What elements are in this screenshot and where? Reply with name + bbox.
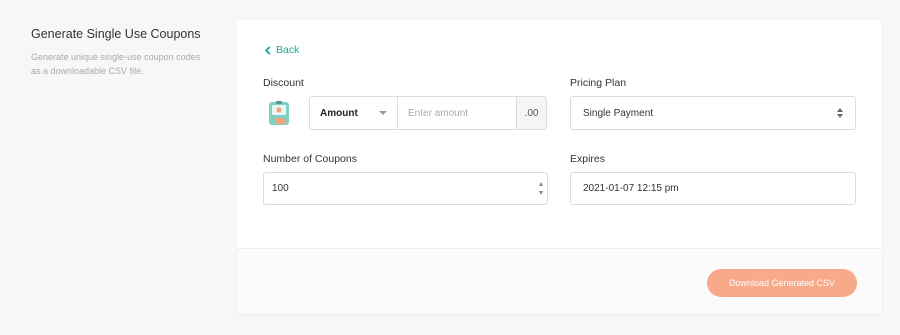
coupon-icon (269, 101, 289, 125)
stepper-down-icon[interactable] (538, 191, 543, 195)
back-label: Back (276, 44, 300, 56)
section-description: Generate unique single-use coupon codes … (31, 52, 201, 76)
pricing-plan-select[interactable]: Single Payment (570, 96, 856, 130)
stepper-up-icon[interactable] (538, 182, 543, 186)
discount-type-select[interactable]: Amount (310, 97, 398, 129)
discount-type-value: Amount (320, 107, 358, 119)
discount-label: Discount (263, 77, 304, 89)
discount-amount-input[interactable]: Enter amount (398, 97, 516, 129)
expires-input[interactable]: 2021-01-07 12:15 pm (570, 172, 856, 205)
num-coupons-value: 100 (272, 183, 289, 194)
section-intro: Generate Single Use Coupons Generate uni… (31, 27, 211, 78)
number-stepper[interactable] (534, 173, 547, 204)
chevron-left-icon (264, 45, 271, 55)
discount-amount-placeholder: Enter amount (408, 107, 469, 119)
caret-down-icon (379, 111, 387, 115)
select-arrows-icon (837, 108, 843, 118)
pricing-plan-value: Single Payment (583, 107, 654, 119)
discount-amount-suffix: .00 (516, 97, 546, 129)
download-csv-button[interactable]: Download Generated CSV (707, 269, 857, 297)
num-coupons-label: Number of Coupons (263, 153, 357, 165)
num-coupons-input[interactable]: 100 (263, 172, 548, 205)
coupon-form-card: Back Discount Pricing Plan Amount Enter … (237, 20, 882, 314)
back-link[interactable]: Back (264, 44, 299, 56)
pricing-plan-label: Pricing Plan (570, 77, 627, 89)
expires-label: Expires (570, 153, 606, 165)
expires-value: 2021-01-07 12:15 pm (583, 183, 679, 194)
discount-input-group: Amount Enter amount .00 (309, 96, 547, 130)
section-title: Generate Single Use Coupons (31, 27, 201, 41)
